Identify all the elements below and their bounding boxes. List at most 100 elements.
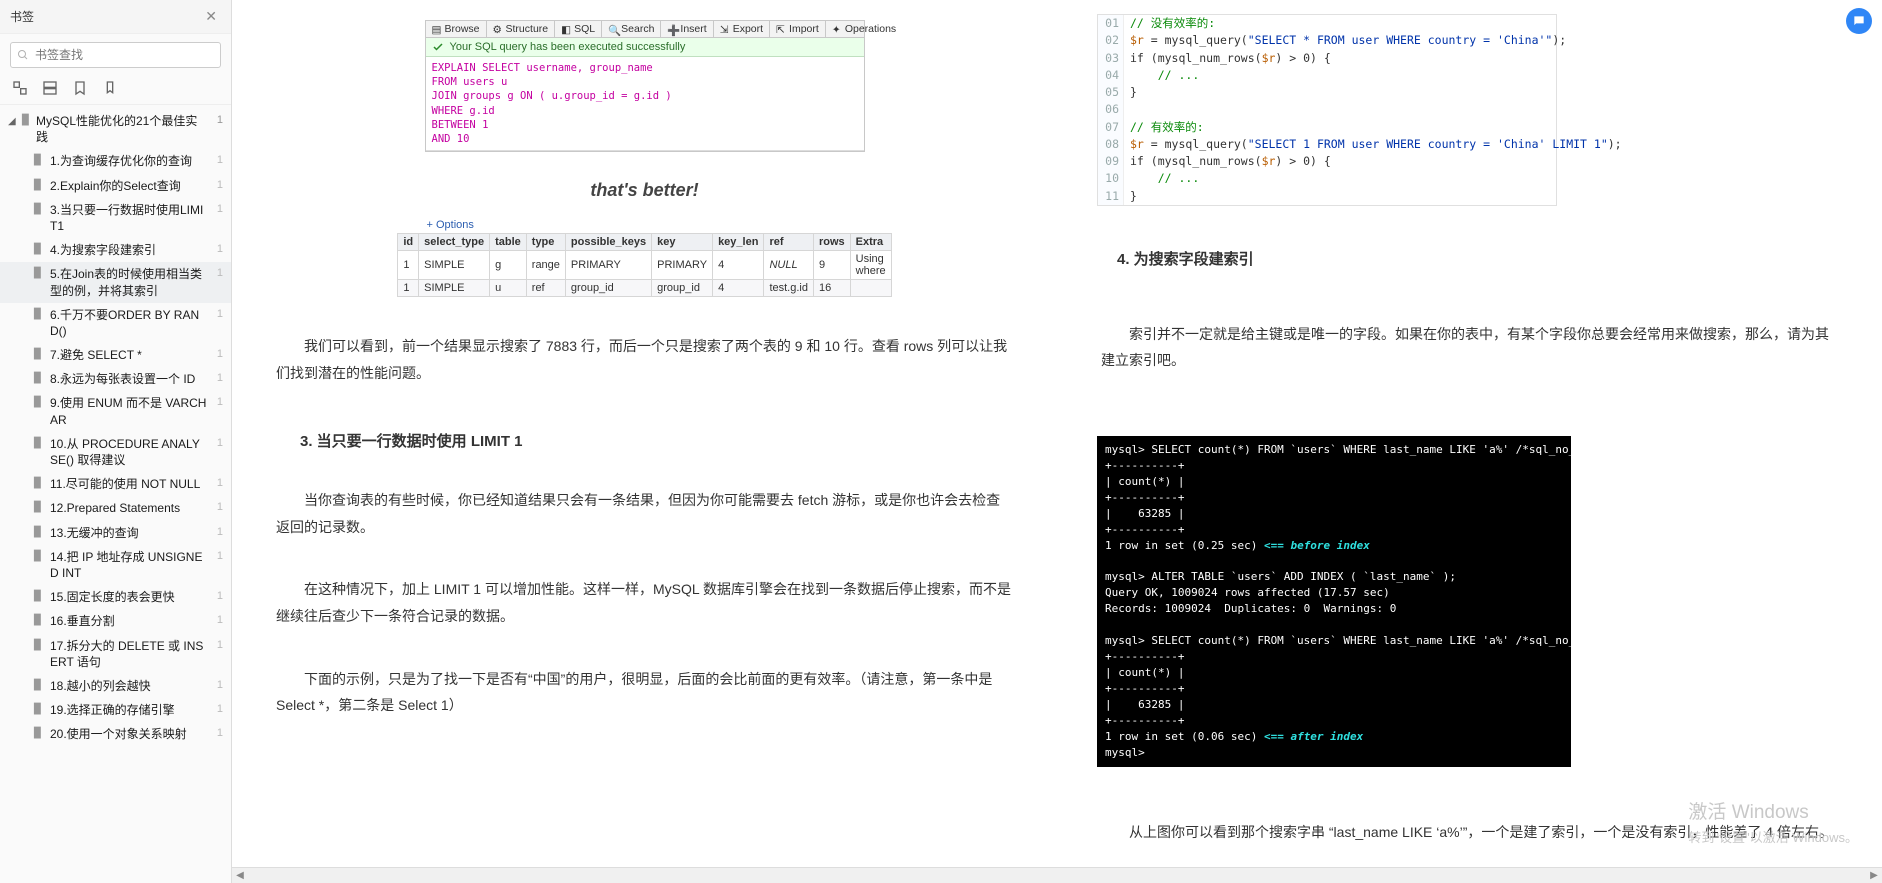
tree-item-count: 1: [217, 307, 223, 322]
tree-item[interactable]: ▉7.避免 SELECT *1: [0, 343, 231, 367]
pma-tab-export[interactable]: ⇲Export: [714, 21, 770, 37]
tree-item-count: 1: [217, 500, 223, 515]
tree-item-label: 8.永远为每张表设置一个 ID: [50, 371, 207, 387]
code-line: $r = mysql_query("SELECT 1 FROM user WHE…: [1124, 136, 1628, 153]
bookmark-glyph-icon: ▉: [34, 396, 44, 410]
scroll-track[interactable]: [248, 868, 1866, 883]
line-number: 08: [1098, 136, 1124, 153]
tree-item[interactable]: ▉16.垂直分割1: [0, 609, 231, 633]
tree-item-label: 5.在Join表的时候使用相当类型的例，并将其索引: [50, 266, 207, 298]
pma-tab-browse[interactable]: ▤Browse: [426, 21, 487, 37]
collapse-all-icon[interactable]: [42, 80, 58, 96]
code-line: [1124, 101, 1136, 118]
tree-item-label: 15.固定长度的表会更快: [50, 589, 207, 605]
bookmark-tree[interactable]: ◢ ▉ MySQL性能优化的21个最佳实践 1 ▉1.为查询缓存优化你的查询1▉…: [0, 105, 231, 883]
line-number: 02: [1098, 32, 1124, 49]
table-cell: 4: [713, 280, 764, 297]
close-sidebar-button[interactable]: ✕: [201, 6, 221, 27]
code-line: }: [1124, 84, 1143, 101]
paragraph: 在这种情况下，加上 LIMIT 1 可以增加性能。这样一样，MySQL 数据库引…: [276, 576, 1013, 629]
bookmark-search-input[interactable]: [29, 48, 214, 62]
tree-item[interactable]: ▉5.在Join表的时候使用相当类型的例，并将其索引1: [0, 262, 231, 302]
tree-item-label: 11.尽可能的使用 NOT NULL: [50, 476, 207, 492]
paragraph: 索引并不一定就是给主键或是唯一的字段。如果在你的表中，有某个字段你总要会经常用来…: [1101, 321, 1838, 374]
tree-item[interactable]: ▉12.Prepared Statements1: [0, 496, 231, 520]
tree-item[interactable]: ▉13.无缓冲的查询1: [0, 521, 231, 545]
tree-item-count: 1: [217, 702, 223, 717]
tree-item[interactable]: ▉2.Explain你的Select查询1: [0, 174, 231, 198]
pma-tab-import[interactable]: ⇱Import: [770, 21, 826, 37]
table-cell: group_id: [652, 280, 713, 297]
table-cell: ref: [526, 280, 565, 297]
tree-item-label: 10.从 PROCEDURE ANALYSE() 取得建议: [50, 436, 207, 468]
line-number: 03: [1098, 50, 1124, 67]
tree-item[interactable]: ▉20.使用一个对象关系映射1: [0, 722, 231, 746]
pma-tab-structure[interactable]: ⚙Structure: [487, 21, 556, 37]
table-cell: NULL: [764, 251, 814, 280]
horizontal-scrollbar[interactable]: ◀ ▶: [232, 867, 1882, 883]
bookmark-glyph-icon: ▉: [34, 727, 44, 741]
col-header: Extra: [850, 234, 891, 251]
col-header: possible_keys: [565, 234, 651, 251]
tree-item[interactable]: ▉8.永远为每张表设置一个 ID1: [0, 367, 231, 391]
caret-down-icon: ◢: [8, 115, 18, 129]
tree-item[interactable]: ▉11.尽可能的使用 NOT NULL1: [0, 472, 231, 496]
tree-item[interactable]: ▉14.把 IP 地址存成 UNSIGNED INT1: [0, 545, 231, 585]
tab-label: Export: [733, 23, 763, 35]
bookmark-icon[interactable]: [72, 80, 88, 96]
tree-item[interactable]: ▉10.从 PROCEDURE ANALYSE() 取得建议1: [0, 432, 231, 472]
tab-label: Search: [621, 23, 654, 35]
tree-item[interactable]: ▉6.千万不要ORDER BY RAND()1: [0, 303, 231, 343]
scroll-right-button[interactable]: ▶: [1866, 868, 1882, 883]
bookmark-outline-icon[interactable]: [102, 80, 118, 96]
tree-item-count: 1: [217, 178, 223, 193]
paragraph: 我们可以看到，前一个结果显示搜索了 7883 行，而后一个只是搜索了两个表的 9…: [276, 333, 1013, 386]
line-number: 06: [1098, 101, 1124, 118]
tree-item[interactable]: ▉3.当只要一行数据时使用LIMIT11: [0, 198, 231, 238]
col-header: type: [526, 234, 565, 251]
tree-root-label: MySQL性能优化的21个最佳实践: [36, 113, 209, 145]
tree-item[interactable]: ▉15.固定长度的表会更快1: [0, 585, 231, 609]
options-link[interactable]: + Options: [425, 219, 865, 231]
pma-tab-search[interactable]: 🔍Search: [602, 21, 661, 37]
pma-tab-sql[interactable]: ◧SQL: [555, 21, 602, 37]
tree-item[interactable]: ▉9.使用 ENUM 而不是 VARCHAR1: [0, 391, 231, 431]
tree-item-label: 14.把 IP 地址存成 UNSIGNED INT: [50, 549, 207, 581]
expand-all-icon[interactable]: [12, 80, 28, 96]
tree-item-label: 2.Explain你的Select查询: [50, 178, 207, 194]
tree-item-count: 1: [217, 613, 223, 628]
php-code-block: 01// 没有效率的:02$r = mysql_query("SELECT * …: [1097, 14, 1557, 206]
tab-label: Browse: [445, 23, 480, 35]
pma-tab-insert[interactable]: ➕Insert: [661, 21, 713, 37]
mysql-terminal: mysql> SELECT count(*) FROM `users` WHER…: [1097, 436, 1571, 767]
line-number: 07: [1098, 119, 1124, 136]
tree-item-count: 1: [217, 638, 223, 653]
line-number: 01: [1098, 15, 1124, 32]
phpmyadmin-panel: ▤Browse⚙Structure◧SQL🔍Search➕Insert⇲Expo…: [425, 20, 865, 152]
scroll-left-button[interactable]: ◀: [232, 868, 248, 883]
tree-item[interactable]: ▉18.越小的列会越快1: [0, 674, 231, 698]
tree-item-label: 1.为查询缓存优化你的查询: [50, 153, 207, 169]
bookmark-glyph-icon: ▉: [34, 679, 44, 693]
bookmark-glyph-icon: ▉: [34, 437, 44, 451]
tree-item[interactable]: ▉4.为搜索字段建索引1: [0, 238, 231, 262]
table-cell: group_id: [565, 280, 651, 297]
tree-item[interactable]: ▉19.选择正确的存储引擎1: [0, 698, 231, 722]
tree-item-count: 1: [217, 726, 223, 741]
code-line: // ...: [1124, 170, 1205, 187]
tree-item[interactable]: ▉1.为查询缓存优化你的查询1: [0, 149, 231, 173]
line-number: 11: [1098, 188, 1124, 205]
bookmark-search[interactable]: [10, 42, 221, 68]
tree-item[interactable]: ▉17.拆分大的 DELETE 或 INSERT 语句1: [0, 634, 231, 674]
pma-tab-operations[interactable]: ✦Operations: [826, 21, 902, 37]
tree-root-item[interactable]: ◢ ▉ MySQL性能优化的21个最佳实践 1: [0, 109, 231, 149]
bookmark-glyph-icon: ▉: [34, 550, 44, 564]
col-header: rows: [813, 234, 850, 251]
query-success-banner: Your SQL query has been executed success…: [426, 38, 864, 57]
tree-item-count: 1: [217, 153, 223, 168]
code-line: if (mysql_num_rows($r) > 0) {: [1124, 50, 1337, 67]
tab-label: Operations: [845, 23, 896, 35]
table-cell: Using where: [850, 251, 891, 280]
table-cell: g: [490, 251, 527, 280]
table-row: 1SIMPLEurefgroup_idgroup_id4test.g.id16: [398, 280, 891, 297]
